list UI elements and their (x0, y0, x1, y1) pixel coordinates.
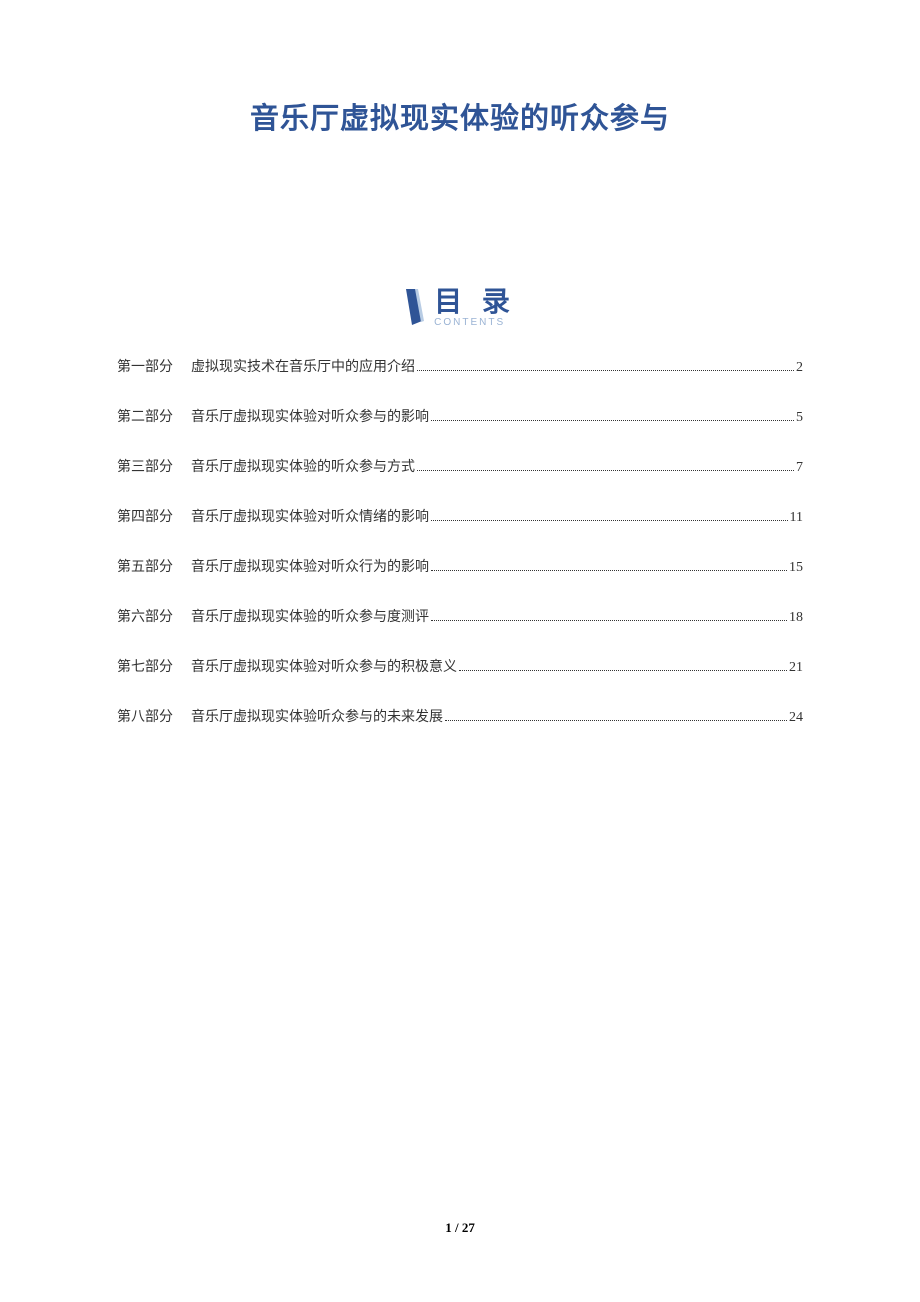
toc-entry[interactable]: 第二部分 音乐厅虚拟现实体验对听众参与的影响 5 (117, 406, 803, 426)
toc-entry[interactable]: 第四部分 音乐厅虚拟现实体验对听众情绪的影响 11 (117, 506, 803, 526)
toc-heading: 目 录 (434, 287, 516, 318)
toc-list: 第一部分 虚拟现实技术在音乐厅中的应用介绍 2 第二部分 音乐厅虚拟现实体验对听… (117, 356, 803, 726)
page-total: 27 (462, 1220, 475, 1235)
document-page: 音乐厅虚拟现实体验的听众参与 目 录 CONTENTS 第一部分 虚拟现实技术在… (0, 0, 920, 726)
toc-item-title: 音乐厅虚拟现实体验对听众行为的影响 (191, 556, 429, 576)
toc-entry[interactable]: 第三部分 音乐厅虚拟现实体验的听众参与方式 7 (117, 456, 803, 476)
document-title: 音乐厅虚拟现实体验的听众参与 (117, 95, 803, 137)
toc-entry[interactable]: 第六部分 音乐厅虚拟现实体验的听众参与度测评 18 (117, 606, 803, 626)
page-separator: / (452, 1220, 462, 1235)
toc-page-number: 15 (789, 560, 803, 576)
toc-item-title: 音乐厅虚拟现实体验的听众参与方式 (191, 456, 415, 476)
toc-entry[interactable]: 第五部分 音乐厅虚拟现实体验对听众行为的影响 15 (117, 556, 803, 576)
toc-leader-dots (431, 570, 787, 571)
page-footer: 1 / 27 (0, 1220, 920, 1236)
toc-page-number: 7 (796, 460, 803, 476)
toc-item-title: 音乐厅虚拟现实体验的听众参与度测评 (191, 606, 429, 626)
toc-subheading: CONTENTS (434, 317, 516, 328)
toc-part-label: 第八部分 (117, 706, 173, 726)
toc-leader-dots (445, 720, 787, 721)
toc-part-label: 第一部分 (117, 356, 173, 376)
toc-title-group: 目 录 CONTENTS (434, 287, 516, 328)
toc-leader-dots (431, 620, 787, 621)
toc-item-title: 音乐厅虚拟现实体验听众参与的未来发展 (191, 706, 443, 726)
toc-page-number: 24 (789, 710, 803, 726)
toc-item-title: 音乐厅虚拟现实体验对听众参与的积极意义 (191, 656, 457, 676)
toc-leader-dots (431, 520, 788, 521)
toc-part-label: 第五部分 (117, 556, 173, 576)
toc-entry[interactable]: 第一部分 虚拟现实技术在音乐厅中的应用介绍 2 (117, 356, 803, 376)
toc-page-number: 5 (796, 410, 803, 426)
toc-leader-dots (459, 670, 787, 671)
toc-leader-dots (417, 370, 794, 371)
toc-part-label: 第七部分 (117, 656, 173, 676)
toc-item-title: 音乐厅虚拟现实体验对听众参与的影响 (191, 406, 429, 426)
toc-part-label: 第三部分 (117, 456, 173, 476)
toc-decoration-icon (404, 287, 426, 327)
toc-part-label: 第二部分 (117, 406, 173, 426)
toc-page-number: 2 (796, 360, 803, 376)
toc-leader-dots (431, 420, 794, 421)
toc-entry[interactable]: 第七部分 音乐厅虚拟现实体验对听众参与的积极意义 21 (117, 656, 803, 676)
toc-item-title: 音乐厅虚拟现实体验对听众情绪的影响 (191, 506, 429, 526)
toc-part-label: 第四部分 (117, 506, 173, 526)
toc-item-title: 虚拟现实技术在音乐厅中的应用介绍 (191, 356, 415, 376)
toc-header: 目 录 CONTENTS (117, 287, 803, 328)
toc-part-label: 第六部分 (117, 606, 173, 626)
toc-entry[interactable]: 第八部分 音乐厅虚拟现实体验听众参与的未来发展 24 (117, 706, 803, 726)
toc-leader-dots (417, 470, 794, 471)
toc-page-number: 21 (789, 660, 803, 676)
toc-page-number: 11 (790, 510, 803, 526)
toc-page-number: 18 (789, 610, 803, 626)
